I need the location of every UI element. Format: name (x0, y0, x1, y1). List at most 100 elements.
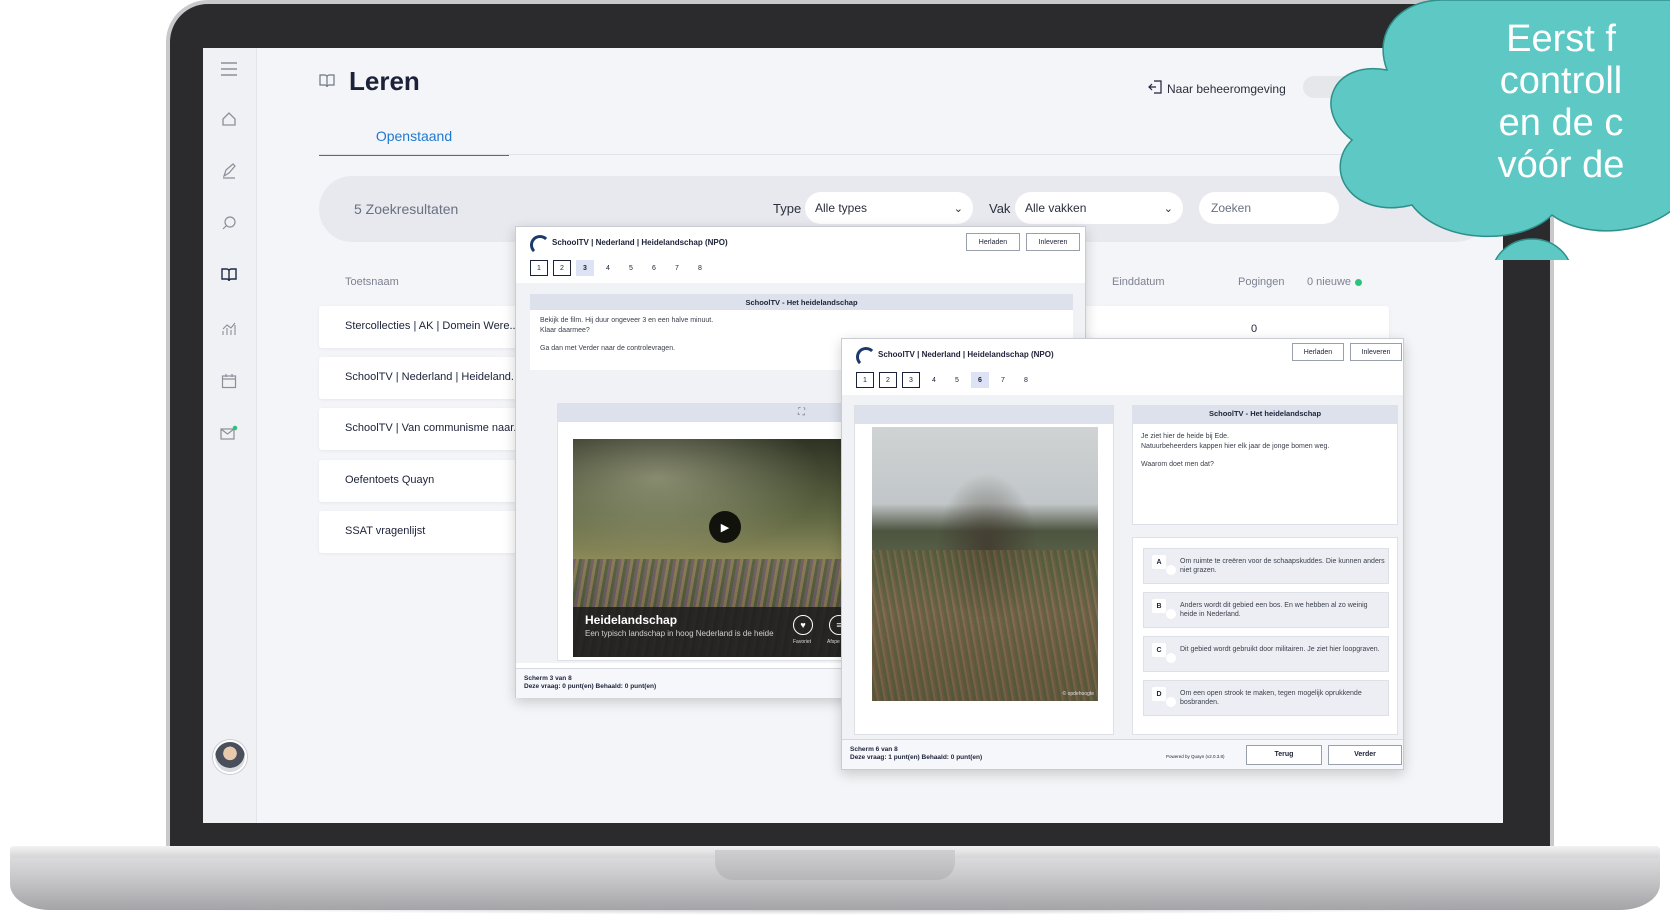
vak-select-value: Alle vakken (1025, 201, 1087, 215)
page-button[interactable]: 6 (971, 372, 989, 388)
page-button[interactable]: 1 (856, 372, 874, 388)
answer-option-a[interactable]: A Om ruimte te creëren voor de schaapsku… (1143, 548, 1389, 584)
answer-option-c[interactable]: C Dit gebied wordt gebruikt door militai… (1143, 636, 1389, 672)
col-header-name[interactable]: Toetsnaam (345, 276, 399, 288)
schooltv-logo-icon (856, 347, 876, 367)
pencil-icon[interactable] (218, 160, 240, 182)
col-header-attempts[interactable]: Pogingen (1238, 276, 1285, 288)
type-filter-label: Type (773, 201, 802, 216)
vak-filter-label: Vak (989, 201, 1011, 216)
analytics-icon[interactable] (218, 318, 240, 340)
row-attempts: 0 (1251, 323, 1258, 335)
radio-icon[interactable] (1166, 697, 1176, 707)
back-button[interactable]: Terug (1246, 745, 1322, 765)
home-icon[interactable] (218, 108, 240, 130)
answer-letter: A (1152, 555, 1166, 569)
powered-by: Powered by Quayn (v2.0.3.8) (1166, 754, 1225, 759)
vak-select[interactable]: Alle vakken ⌄ (1015, 192, 1183, 224)
book-title-icon (319, 74, 335, 93)
table-row[interactable]: SchoolTV | Nederland | Heideland... (319, 357, 519, 399)
book-icon[interactable] (218, 264, 240, 286)
page-button[interactable]: 5 (622, 260, 640, 276)
fullscreen-icon[interactable]: ⛶ (798, 407, 805, 418)
answer-text: Anders wordt dit gebied een bos. En we h… (1180, 602, 1368, 618)
play-icon[interactable]: ▶ (709, 511, 741, 543)
manage-environment-link[interactable]: Naar beheeromgeving (1148, 80, 1286, 97)
reload-button[interactable]: Herladen (1292, 343, 1344, 361)
instruction-text: Bekijk de film. Hij duur ongeveer 3 en e… (540, 317, 714, 324)
page-button[interactable]: 5 (948, 372, 966, 388)
page-button[interactable]: 8 (1017, 372, 1035, 388)
page-navigator: 1 2 3 4 5 6 7 8 (856, 372, 1035, 388)
photo-grass (872, 550, 1098, 701)
page-navigator: 1 2 3 4 5 6 7 8 (530, 260, 709, 276)
photo-credit: © opdehoogte (1062, 691, 1095, 697)
answer-letter: B (1152, 599, 1166, 613)
table-row[interactable]: SchoolTV | Van communisme naar... (319, 408, 519, 450)
page-button[interactable]: 3 (576, 260, 594, 276)
user-avatar[interactable] (213, 740, 247, 774)
submit-button[interactable]: Inleveren (1026, 233, 1080, 251)
heath-photo: © opdehoogte (872, 427, 1098, 701)
calendar-icon[interactable] (218, 370, 240, 392)
page-button[interactable]: 4 (599, 260, 617, 276)
page-button[interactable]: 8 (691, 260, 709, 276)
radio-icon[interactable] (1166, 609, 1176, 619)
exit-icon (1148, 80, 1162, 97)
col-header-end-date[interactable]: Einddatum (1112, 276, 1165, 288)
answer-option-d[interactable]: D Om een open strook te maken, tegen mog… (1143, 680, 1389, 716)
test-window-screen-6: SchoolTV | Nederland | Heidelandschap (N… (841, 338, 1404, 770)
new-count-label: 0 nieuwe (1307, 276, 1352, 288)
video-frame (573, 439, 853, 570)
chevron-down-icon: ⌄ (1163, 202, 1173, 215)
bubble-text: Eerst f controll en de c vóór de (1411, 18, 1670, 186)
page-title: Leren (349, 66, 420, 96)
video-panel-header (558, 404, 856, 422)
section-header: SchoolTV - Het heidelandschap (530, 294, 1073, 310)
page-button[interactable]: 6 (645, 260, 663, 276)
manage-environment-label: Naar beheeromgeving (1167, 81, 1286, 96)
video-caption: Heidelandschap Een typisch landschap in … (573, 607, 853, 657)
question-panel: Je ziet hier de heide bij Ede. Natuurbeh… (1132, 423, 1398, 525)
video-player[interactable]: ▶ Heidelandschap Een typisch landschap i… (573, 439, 853, 657)
test-title: SchoolTV | Nederland | Heidelandschap (N… (552, 237, 728, 247)
bubble-line: Eerst f (1506, 18, 1616, 60)
type-select[interactable]: Alle types ⌄ (805, 192, 973, 224)
video-subtitle: Een typisch landschap in hoog Nederland … (585, 629, 774, 638)
page-button[interactable]: 2 (553, 260, 571, 276)
page-button[interactable]: 7 (994, 372, 1012, 388)
section-header: SchoolTV - Het heidelandschap (1132, 405, 1398, 423)
tab-openstaand[interactable]: Openstaand (319, 128, 509, 156)
submit-button[interactable]: Inleveren (1350, 343, 1402, 361)
bubble-line: controll (1499, 60, 1623, 102)
answer-text: Dit gebied wordt gebruikt door militaire… (1180, 646, 1380, 653)
chevron-down-icon: ⌄ (953, 202, 963, 215)
next-button[interactable]: Verder (1328, 745, 1402, 765)
heart-icon[interactable]: ♥ (793, 615, 813, 635)
answer-text: Om een open strook te maken, tegen mogel… (1180, 690, 1362, 706)
answer-option-b[interactable]: B Anders wordt dit gebied een bos. En we… (1143, 592, 1389, 628)
page-button[interactable]: 4 (925, 372, 943, 388)
mail-icon[interactable] (218, 422, 240, 444)
question-text: Je ziet hier de heide bij Ede. (1141, 433, 1229, 440)
marketing-image: Leren Naar beheeromgeving Openstaand 5 Z… (0, 0, 1670, 917)
page-button[interactable]: 3 (902, 372, 920, 388)
table-row[interactable]: Oefentoets Quayn (319, 460, 519, 502)
answer-letter: D (1152, 687, 1166, 701)
answers-panel: A Om ruimte te creëren voor de schaapsku… (1132, 537, 1398, 735)
page-button[interactable]: 2 (879, 372, 897, 388)
instruction-text: Klaar daarmee? (540, 327, 590, 334)
new-dot-icon (1355, 278, 1363, 286)
reload-button[interactable]: Herladen (966, 233, 1020, 251)
answer-text: Om ruimte te creëren voor de schaapskudd… (1180, 558, 1385, 574)
test-window-header: SchoolTV | Nederland | Heidelandschap (N… (530, 235, 728, 255)
radio-icon[interactable] (1166, 565, 1176, 575)
chat-icon[interactable] (218, 212, 240, 234)
bubble-line: en de c (1498, 102, 1624, 144)
radio-icon[interactable] (1166, 653, 1176, 663)
menu-icon[interactable] (218, 58, 240, 80)
table-row[interactable]: Stercollecties | AK | Domein Were... (319, 306, 519, 348)
page-button[interactable]: 1 (530, 260, 548, 276)
table-row[interactable]: SSAT vragenlijst (319, 511, 519, 553)
page-button[interactable]: 7 (668, 260, 686, 276)
